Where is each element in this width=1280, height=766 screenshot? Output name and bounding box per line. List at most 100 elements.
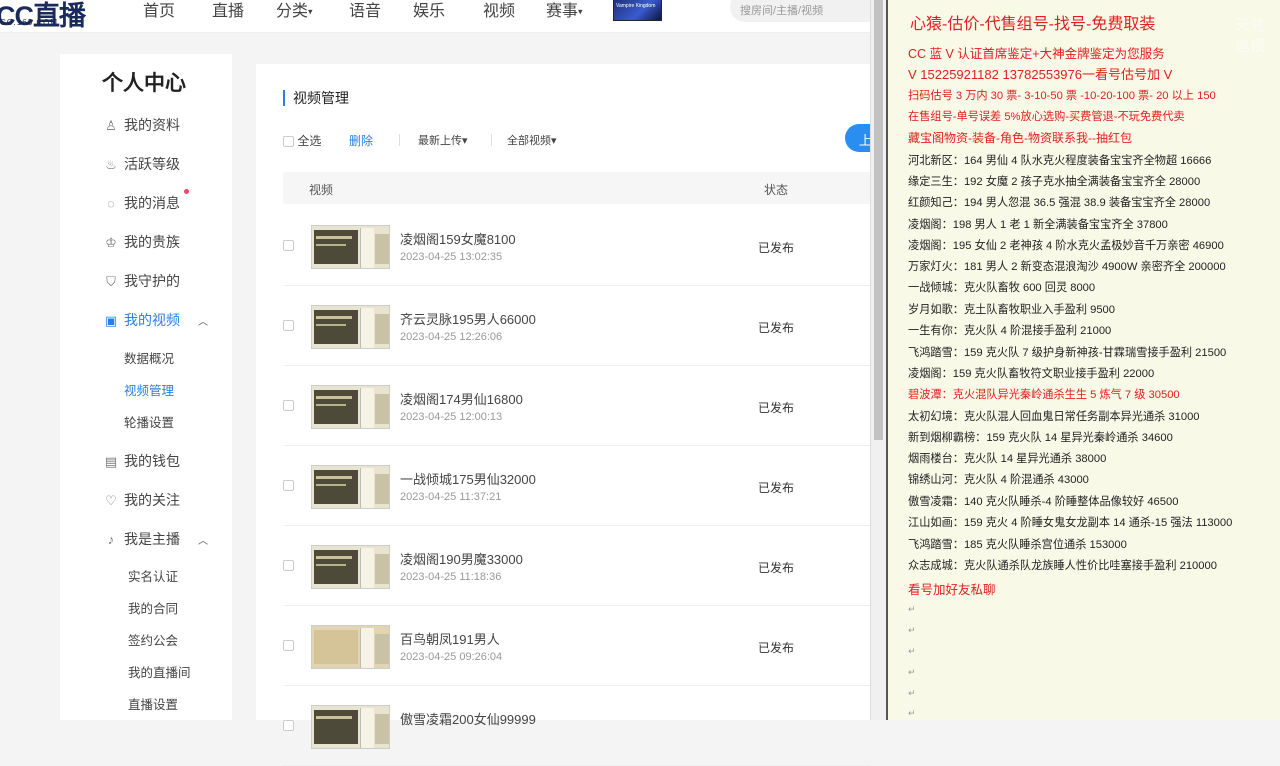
return-mark: ↵ xyxy=(908,688,916,698)
sidebar-item-wallet[interactable]: ▤ 我的钱包 xyxy=(102,451,180,471)
sidebar-sub-live-settings[interactable]: 直播设置 xyxy=(128,694,178,713)
ad-line-red: 在售组号-单号误差 5%放心选购-买费管退-不玩免费代卖 xyxy=(908,111,1185,123)
sort-label: 最新上传 xyxy=(418,135,462,147)
sidebar-item-nobility[interactable]: ♔ 我的贵族 xyxy=(102,232,180,252)
sidebar-item-guarded[interactable]: ⛉ 我守护的 xyxy=(102,271,180,291)
video-thumbnail[interactable] xyxy=(311,385,390,429)
sidebar-item-messages[interactable]: ◌ 我的消息 xyxy=(102,193,180,213)
shield-icon: ⛉ xyxy=(106,274,116,290)
nav-live[interactable]: 直播 xyxy=(212,0,244,21)
ad-line-red: CC 蓝 V 认证首席鉴定+大神金牌鉴定为您服务 xyxy=(908,47,1165,61)
column-header-status: 状态 xyxy=(764,183,789,197)
video-title[interactable]: 凌烟阁159女魔8100 xyxy=(400,229,516,248)
ad-line: 岁月如歌：克土队畜牧职业入手盈利 9500 xyxy=(908,304,1115,316)
ad-footer: 看号加好友私聊 xyxy=(908,583,996,597)
return-mark: ↵ xyxy=(908,604,916,614)
sidebar-sub-video-management[interactable]: 视频管理 xyxy=(124,380,174,399)
sort-dropdown[interactable]: 最新上传▾ xyxy=(418,132,468,148)
ad-line: 凌烟阁：159 克火队畜牧符文职业接手盈利 22000 xyxy=(908,368,1155,380)
row-checkbox[interactable] xyxy=(283,240,294,251)
game-promo-banner[interactable]: Vampire Kingdom xyxy=(613,0,662,21)
video-thumbnail[interactable] xyxy=(311,545,390,589)
sidebar-item-anchor[interactable]: ♪ 我是主播 xyxy=(102,529,180,549)
return-mark: ↵ xyxy=(908,625,916,635)
row-checkbox[interactable] xyxy=(283,720,294,731)
video-thumbnail[interactable] xyxy=(311,625,390,669)
nav-voice[interactable]: 语音 xyxy=(349,0,381,21)
search-input[interactable]: 搜房间/主播/视频 xyxy=(730,0,872,22)
sidebar-sub-guild[interactable]: 签约公会 xyxy=(128,630,178,649)
cc-live-logo[interactable]: CC直播 CC.163.COM xyxy=(0,0,100,32)
select-all-label: 全选 xyxy=(297,134,322,148)
user-icon: ♙ xyxy=(105,118,117,134)
nav-category[interactable]: 分类▾ xyxy=(276,0,313,21)
sidebar-sub-data-overview[interactable]: 数据概况 xyxy=(124,348,174,367)
video-title[interactable]: 百鸟朝凤191男人 xyxy=(400,629,500,648)
table-row[interactable]: 一战倾城175男仙32000 2023-04-25 11:37:21 已发布 xyxy=(283,446,870,526)
nav-entertainment[interactable]: 娱乐 xyxy=(413,0,445,21)
sidebar-item-label: 我的视频 xyxy=(124,312,180,328)
page-scrollbar[interactable] xyxy=(870,0,886,720)
sidebar-item-following[interactable]: ♡ 我的关注 xyxy=(102,490,180,510)
table-row[interactable]: 百鸟朝凤191男人 2023-04-25 09:26:04 已发布 xyxy=(283,606,870,686)
top-navigation-bar: CC直播 CC.163.COM 首页 直播 分类▾ 语音 娱乐 视频 赛事▾ V… xyxy=(0,0,872,33)
video-title[interactable]: 一战倾城175男仙32000 xyxy=(400,469,536,488)
delete-button[interactable]: 删除 xyxy=(349,132,373,149)
chevron-up-icon[interactable]: ︿ xyxy=(198,313,208,328)
sidebar-item-my-videos[interactable]: ▣ 我的视频 xyxy=(102,310,180,330)
nav-esports[interactable]: 赛事▾ xyxy=(546,0,583,21)
video-upload-time: 2023-04-25 12:00:13 xyxy=(400,411,503,423)
unread-dot xyxy=(184,189,189,194)
row-checkbox[interactable] xyxy=(283,640,294,651)
sidebar-title: 个人中心 xyxy=(102,72,186,95)
video-status: 已发布 xyxy=(758,321,795,335)
row-checkbox[interactable] xyxy=(283,320,294,331)
nav-video[interactable]: 视频 xyxy=(483,0,515,21)
sidebar-sub-carousel-settings[interactable]: 轮播设置 xyxy=(124,412,174,431)
ad-line: 河北新区：164 男仙 4 队水克火程度装备宝宝齐全物超 16666 xyxy=(908,155,1212,167)
video-title[interactable]: 齐云灵脉195男人66000 xyxy=(400,309,536,328)
chevron-down-icon: ▾ xyxy=(462,135,468,147)
video-thumbnail[interactable] xyxy=(311,305,390,349)
row-checkbox[interactable] xyxy=(283,480,294,491)
return-mark: ↵ xyxy=(908,708,916,718)
sidebar-sub-my-room[interactable]: 我的直播间 xyxy=(128,662,191,681)
heart-icon: ♡ xyxy=(105,493,117,509)
video-upload-time: 2023-04-25 11:18:36 xyxy=(400,571,502,583)
video-thumbnail[interactable] xyxy=(311,705,390,749)
table-row[interactable]: 齐云灵脉195男人66000 2023-04-25 12:26:06 已发布 xyxy=(283,286,870,366)
scrollbar-thumb[interactable] xyxy=(874,0,883,440)
video-upload-time: 2023-04-25 12:26:06 xyxy=(400,331,503,343)
sidebar-item-label: 我守护的 xyxy=(124,273,180,289)
banner-text: Vampire Kingdom xyxy=(616,3,656,9)
row-checkbox[interactable] xyxy=(283,560,294,571)
page-title: 视频管理 xyxy=(283,90,349,106)
nav-home[interactable]: 首页 xyxy=(143,0,175,21)
ad-line: 红颜知己：194 男人忽混 36.5 强混 38.9 装备宝宝齐全 28000 xyxy=(908,197,1211,209)
sidebar-sub-contract[interactable]: 我的合同 xyxy=(128,598,178,617)
sidebar-item-level[interactable]: ♨ 活跃等级 xyxy=(102,154,180,174)
video-thumbnail[interactable] xyxy=(311,225,390,269)
table-row[interactable]: 傲雪凌霜200女仙99999 xyxy=(283,686,870,766)
video-thumbnail[interactable] xyxy=(311,465,390,509)
sidebar-sub-real-name[interactable]: 实名认证 xyxy=(128,566,178,585)
video-title[interactable]: 傲雪凌霜200女仙99999 xyxy=(400,709,536,728)
chevron-down-icon: ▾ xyxy=(551,135,557,147)
video-watermark: 天兑·巡视 xyxy=(1235,17,1270,55)
table-row[interactable]: 凌烟阁190男魔33000 2023-04-25 11:18:36 已发布 xyxy=(283,526,870,606)
sidebar-item-label: 我的钱包 xyxy=(124,453,180,469)
video-title[interactable]: 凌烟阁174男仙16800 xyxy=(400,389,523,408)
row-checkbox[interactable] xyxy=(283,400,294,411)
filter-dropdown[interactable]: 全部视频▾ xyxy=(507,132,557,148)
ad-headline: 心猿-估价-代售组号-找号-免费取装 xyxy=(910,16,1156,33)
video-status: 已发布 xyxy=(758,481,795,495)
select-all-checkbox[interactable]: 全选 xyxy=(283,132,321,149)
video-title[interactable]: 凌烟阁190男魔33000 xyxy=(400,549,523,568)
sidebar-item-profile[interactable]: ♙ 我的资料 xyxy=(102,115,180,135)
ad-line-highlight: 碧波潭：克火混队异光秦岭通杀生生 5 炼气 7 级 30500 xyxy=(908,389,1180,401)
chevron-up-icon[interactable]: ︿ xyxy=(198,532,208,547)
table-row[interactable]: 凌烟阁174男仙16800 2023-04-25 12:00:13 已发布 xyxy=(283,366,870,446)
table-row[interactable]: 凌烟阁159女魔8100 2023-04-25 13:02:35 已发布 xyxy=(283,206,870,286)
wallet-icon: ▤ xyxy=(104,454,118,470)
video-management-panel: 视频管理 全选 删除 最新上传▾ 全部视频▾ 上 视频 状态 凌烟阁159女魔8… xyxy=(256,64,885,766)
